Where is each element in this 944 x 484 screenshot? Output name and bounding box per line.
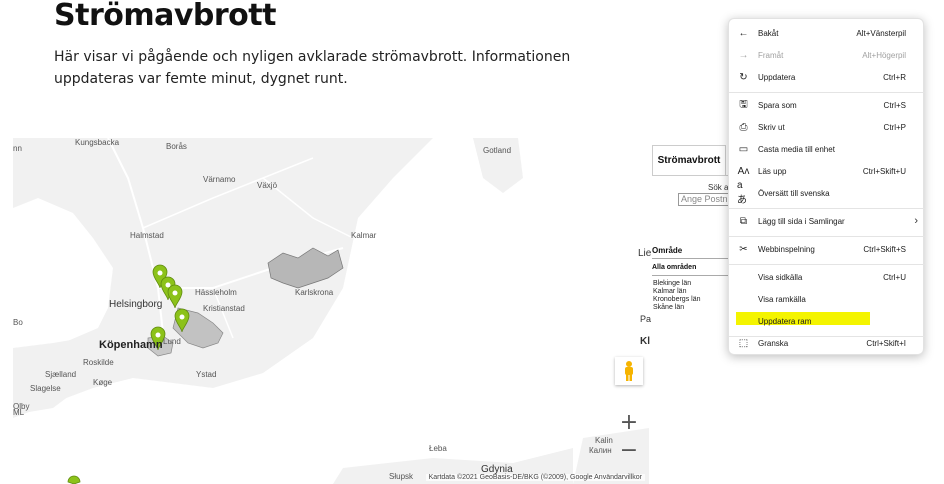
map-label: Ystad (196, 370, 217, 379)
map-label: Bo (13, 318, 23, 327)
menu-item-view-frame-source[interactable]: Visa ramkälla (729, 288, 925, 310)
menu-item-translate[interactable]: aあ Översätt till svenska (729, 180, 925, 206)
menu-separator (729, 92, 925, 93)
menu-item-read-aloud[interactable]: Aᴧ Läs upp Ctrl+Skift+U (729, 160, 925, 182)
map-label: Kungsbacka (75, 138, 120, 147)
map-label: Värnamo (203, 175, 236, 184)
table-rule (652, 275, 732, 276)
page-title: Strömavbrott (54, 0, 276, 33)
menu-item-refresh[interactable]: ↻ Uppdatera Ctrl+R (729, 66, 925, 88)
context-menu: ← Bakåt Alt+Vänsterpil → Framåt Alt+Höge… (728, 18, 925, 355)
zoom-out-button[interactable]: − (615, 436, 643, 464)
menu-item-view-source[interactable]: Visa sidkälla Ctrl+U (729, 266, 925, 288)
map-label: Sjælland (45, 370, 77, 379)
map-label: Köpenhamn (99, 339, 163, 351)
region-row[interactable]: Kronobergs län (653, 296, 700, 303)
map-attribution: Kartdata ©2021 GeoBasis-DE/BKG (©2009), … (425, 474, 645, 481)
menu-item-cast[interactable]: ▭ Casta media till enhet (729, 138, 925, 160)
map-label: Kristianstad (203, 304, 245, 313)
menu-item-inspect[interactable]: ⬚ Granska Ctrl+Skift+I (729, 332, 925, 354)
menu-item-web-capture[interactable]: ✂ Webbinspelning Ctrl+Skift+S (729, 238, 925, 260)
refresh-icon: ↻ (739, 71, 748, 83)
map-label: Roskilde (83, 358, 114, 367)
map-label: Helsingborg (109, 299, 163, 310)
zoom-in-button[interactable]: + (615, 408, 643, 436)
region-row[interactable]: Blekinge län (653, 280, 691, 287)
region-row[interactable]: Skåne län (653, 304, 684, 311)
tab-stromavbrott[interactable]: Strömavbrott (652, 145, 726, 175)
map-label: Lund (163, 337, 181, 346)
map-label: Słupsk (389, 472, 414, 481)
read-aloud-icon: Aᴧ (737, 165, 750, 177)
web-capture-icon: ✂ (739, 243, 748, 255)
map-label: Hässleholm (195, 288, 237, 297)
map-label: Borås (166, 142, 187, 151)
panel-text-lie: Lie (638, 248, 652, 259)
map-label: ML (13, 408, 25, 417)
print-icon: ⎙ (739, 121, 748, 133)
map-label: Växjö (257, 181, 278, 190)
map-label: Kalmar (351, 231, 377, 240)
chevron-right-icon: › (914, 215, 918, 227)
map-label: Køge (93, 378, 113, 387)
page-intro: Här visar vi pågående och nyligen avklar… (54, 49, 571, 87)
pegman-icon (625, 361, 633, 381)
street-view-pegman[interactable] (615, 357, 643, 385)
map-label: Kalin (595, 436, 613, 445)
back-arrow-icon: ← (738, 27, 749, 39)
inspect-icon: ⬚ (738, 337, 749, 349)
map-label: nn (13, 144, 22, 153)
map-label: Калин (589, 446, 612, 455)
menu-item-print[interactable]: ⎙ Skriv ut Ctrl+P (729, 116, 925, 138)
menu-item-back[interactable]: ← Bakåt Alt+Vänsterpil (729, 22, 925, 44)
map-label: Gotland (483, 146, 512, 155)
menu-separator (729, 208, 925, 209)
map-label: Slagelse (30, 384, 61, 393)
table-rule (652, 258, 732, 259)
menu-item-add-to-collections[interactable]: ⧉ Lägg till sida i Samlingar › (729, 210, 925, 232)
tab-divider (652, 175, 732, 176)
collections-icon: ⧉ (739, 215, 748, 227)
menu-separator (729, 264, 925, 265)
map-base (13, 138, 649, 484)
region-row[interactable]: Kalmar län (653, 288, 686, 295)
forward-arrow-icon: → (738, 49, 749, 61)
map-label: Karlskrona (295, 288, 334, 297)
map-label: Halmstad (130, 231, 164, 240)
menu-item-reload-frame[interactable]: Uppdatera ram (729, 310, 925, 332)
translate-icon: aあ (737, 180, 747, 206)
menu-item-forward[interactable]: → Framåt Alt+Högerpil (729, 44, 925, 66)
map-label: Łeba (429, 444, 447, 453)
all-areas-option[interactable]: Alla områden (652, 264, 696, 271)
menu-item-save-as[interactable]: 🖫 Spara som Ctrl+S (729, 94, 925, 116)
area-column-header: Område (652, 246, 683, 255)
panel-text-kl: Kl (640, 336, 650, 347)
menu-separator (729, 236, 925, 237)
save-as-icon: 🖫 (739, 98, 748, 110)
panel-text-pa: Pa (640, 314, 652, 324)
cast-icon: ▭ (738, 143, 749, 155)
outage-map[interactable]: Kungsbacka nn Borås Gotland Värnamo Växj… (13, 138, 649, 484)
